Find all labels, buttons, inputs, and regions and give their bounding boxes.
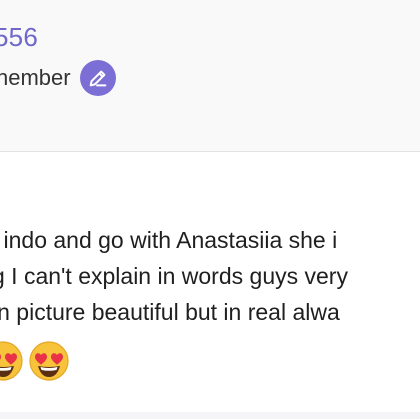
pencil-icon — [89, 70, 106, 87]
comment-emoji-row — [0, 340, 70, 382]
member-status-row: nember — [0, 60, 116, 96]
bottom-bar — [0, 412, 420, 419]
post-view: 556 nember l indo and go with Anastasiia… — [0, 0, 420, 419]
heart-eyes-emoji-icon — [29, 341, 69, 381]
header-divider — [0, 151, 420, 152]
comment-body: l indo and go with Anastasiia she i g I … — [0, 222, 420, 330]
member-badge[interactable] — [79, 60, 116, 96]
author-username[interactable]: 556 — [0, 22, 38, 53]
comment-line: l indo and go with Anastasiia she i — [0, 227, 338, 253]
post-author-header: 556 nember — [0, 0, 420, 151]
comment-line: g I can't explain in words guys very — [0, 263, 348, 289]
heart-eyes-emoji-icon — [0, 341, 23, 381]
comment-line: in picture beautiful but in real alwa — [0, 299, 340, 325]
member-label: nember — [0, 65, 71, 90]
